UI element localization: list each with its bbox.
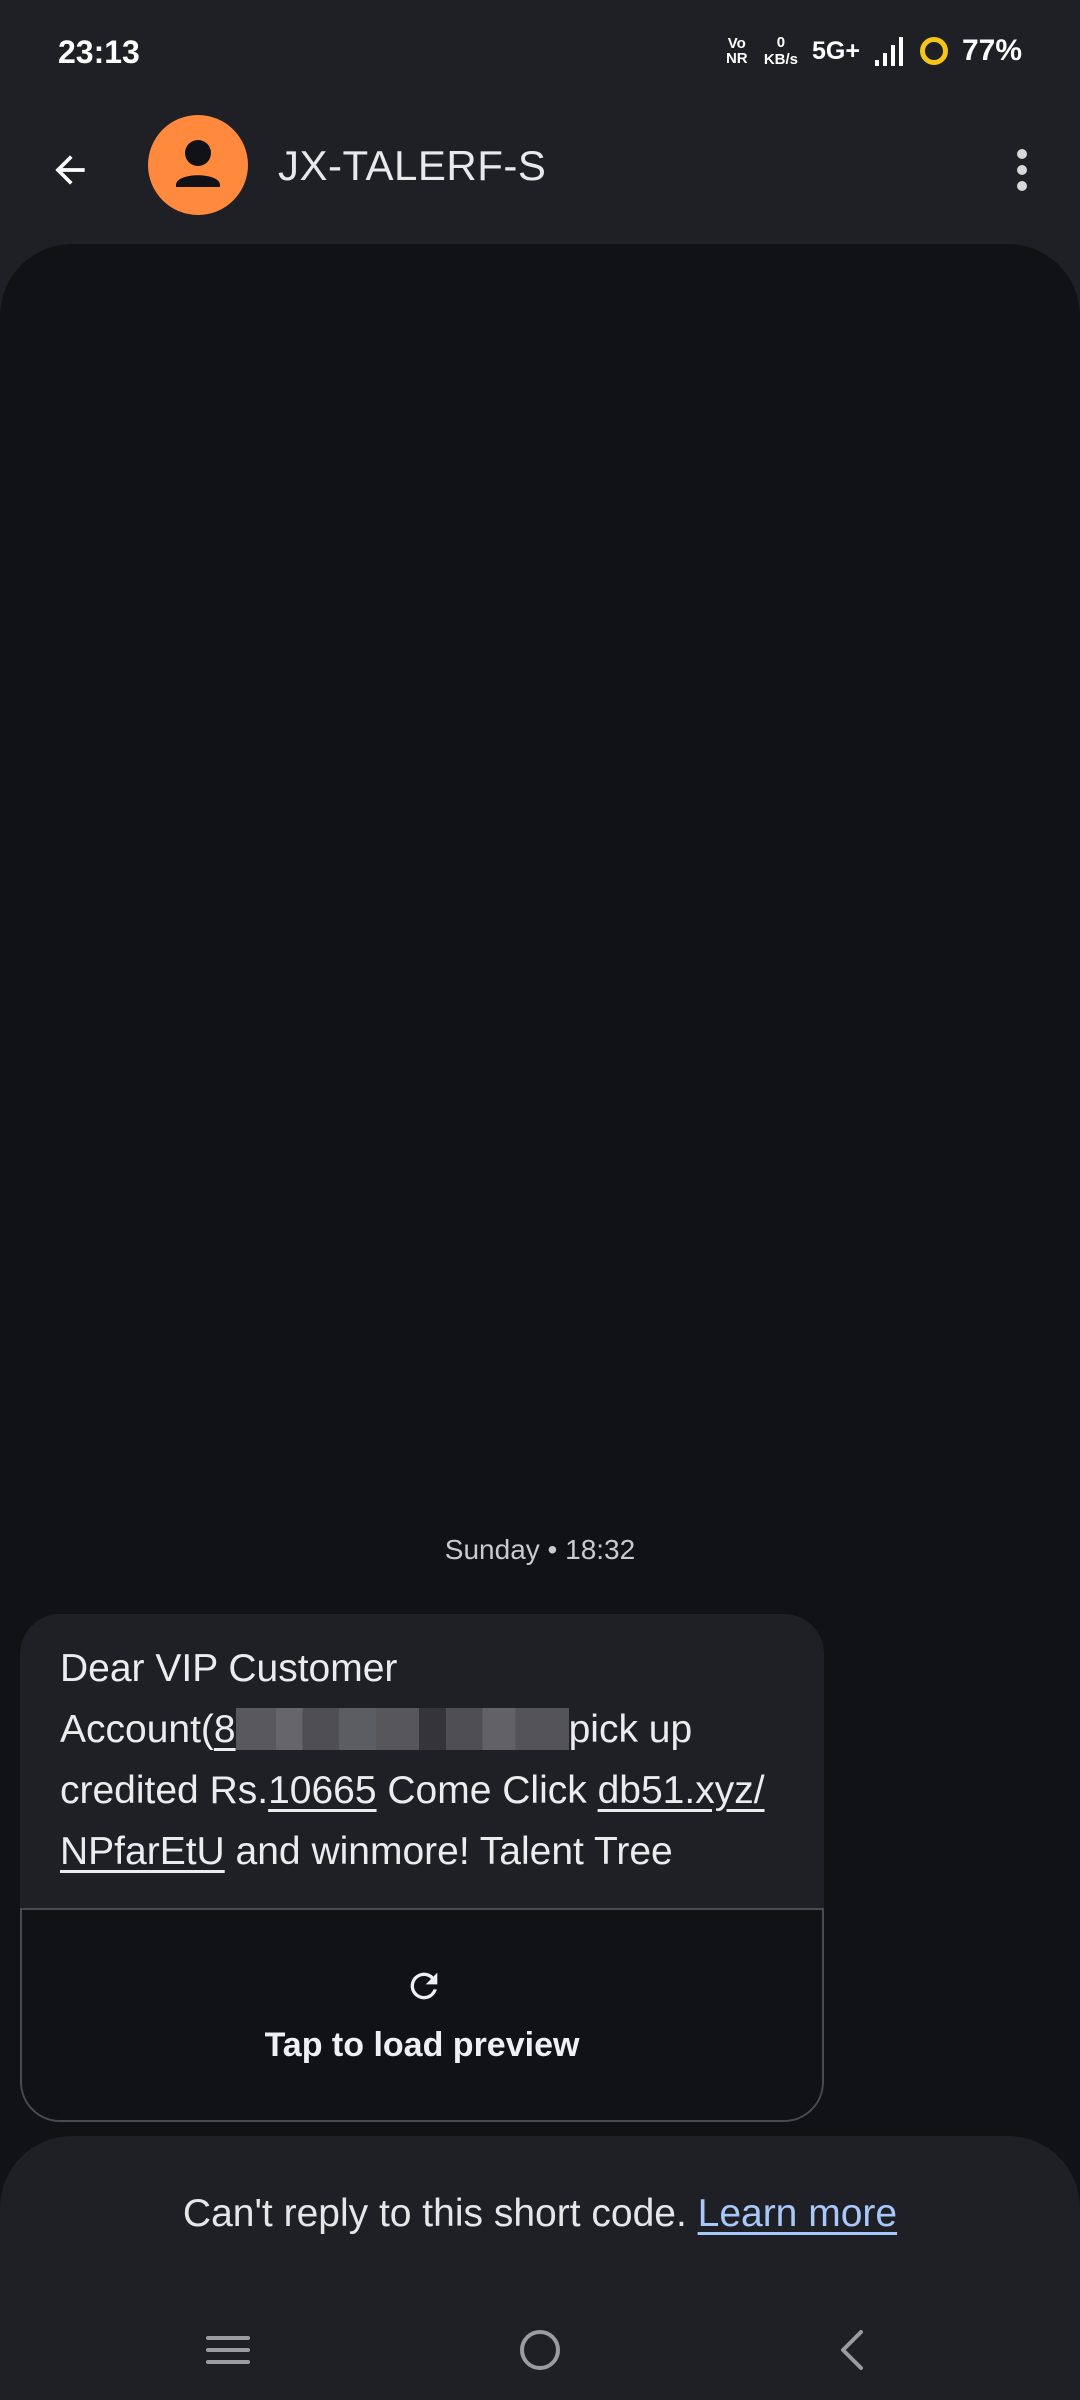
status-time: 23:13 (58, 34, 140, 70)
nav-back-icon (841, 2330, 863, 2370)
volte-indicator: Vo NR (724, 36, 750, 66)
message-list[interactable]: Sunday • 18:32 Dear VIP Customer Account… (0, 244, 1080, 2400)
messages-screen: 23:13 Vo NR 0 KB/s 5G+ 77% JX-TALERF-S S… (0, 0, 1080, 2400)
recents-icon (206, 2336, 250, 2364)
account-number-visible: 8 (213, 1708, 236, 1751)
message-bubble[interactable]: Dear VIP Customer Account(8 pick up credi… (20, 1614, 824, 2122)
contact-avatar[interactable] (148, 115, 248, 215)
more-vert-icon (1017, 149, 1027, 191)
contact-name[interactable]: JX-TALERF-S (278, 142, 546, 190)
refresh-icon (410, 1972, 438, 2000)
battery-percent: 77% (961, 34, 1022, 67)
system-navigation-bar (0, 2296, 1080, 2400)
message-click-text: Come Click (376, 1769, 598, 1812)
network-type: 5G+ (812, 36, 860, 65)
message-account-prefix: Account( (60, 1708, 214, 1751)
link-preview-card[interactable]: Tap to load preview (20, 1908, 824, 2122)
recents-button[interactable] (198, 2320, 258, 2380)
conversation-app-bar: JX-TALERF-S (0, 112, 1080, 244)
home-button[interactable] (510, 2320, 570, 2380)
person-icon (176, 140, 220, 187)
url-link-part2[interactable]: NPfarEtU (60, 1830, 225, 1873)
volte-bottom: NR (725, 50, 748, 67)
home-icon (520, 2330, 560, 2370)
system-back-button[interactable] (822, 2320, 882, 2380)
url-link-part1[interactable]: db51.xyz/ (598, 1769, 765, 1812)
message-text: Dear VIP Customer Account(8 pick up credi… (20, 1614, 824, 1908)
volte-top: Vo (727, 35, 746, 52)
status-bar: 23:13 Vo NR 0 KB/s 5G+ 77% (0, 0, 1080, 112)
message-timestamp: Sunday • 18:32 (444, 1534, 636, 1565)
message-account-suffix: pick up (568, 1708, 693, 1751)
arrow-back-icon (55, 155, 85, 185)
more-options-button[interactable] (992, 140, 1052, 200)
reply-disabled-text: Can't reply to this short code. (182, 2192, 698, 2235)
tap-to-load-preview[interactable]: Tap to load preview (22, 2026, 822, 2065)
amount-link[interactable]: 10665 (268, 1769, 376, 1812)
learn-more-link[interactable]: Learn more (698, 2192, 897, 2235)
net-speed-value: 0 (776, 34, 786, 51)
reply-disabled-message: Can't reply to this short code. Learn mo… (0, 2192, 1080, 2236)
net-speed-unit: KB/s (763, 51, 798, 68)
status-icons: Vo NR 0 KB/s 5G+ 77% (724, 34, 1022, 68)
message-closing: and winmore! Talent Tree (224, 1830, 673, 1873)
redacted-region (235, 1708, 569, 1750)
account-number-link[interactable]: 8 (214, 1708, 569, 1751)
battery-icon (919, 37, 948, 65)
back-button[interactable] (40, 140, 100, 200)
message-line-greeting: Dear VIP Customer (60, 1647, 398, 1690)
signal-strength-icon (874, 37, 903, 66)
net-speed-indicator: 0 KB/s (764, 34, 798, 68)
message-credit-prefix: credited Rs. (60, 1769, 269, 1812)
